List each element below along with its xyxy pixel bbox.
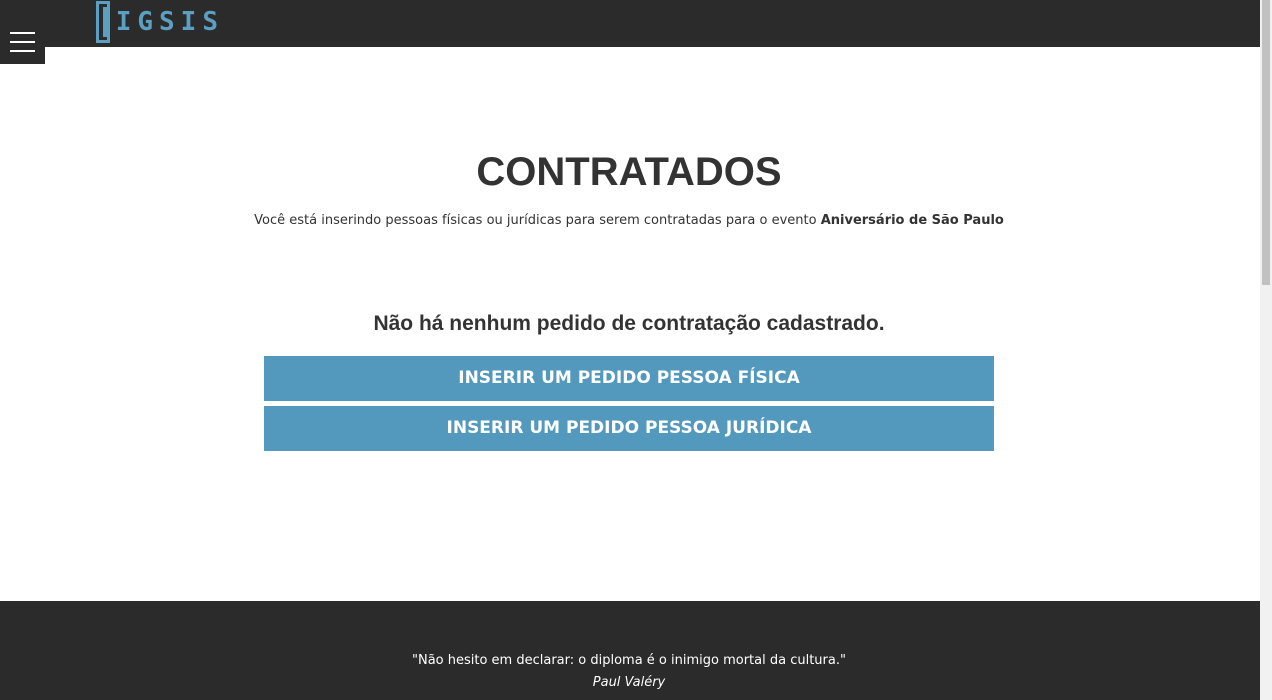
igsis-logo[interactable]: IGSIS — [96, 1, 224, 43]
page-subtitle: Você está inserindo pessoas físicas ou j… — [0, 213, 1258, 228]
scrollbar-thumb[interactable] — [1262, 0, 1270, 285]
logo-text: IGSIS — [115, 7, 224, 37]
footer: "Não hesito em declarar: o diploma é o i… — [0, 601, 1260, 700]
empty-state-message: Não há nenhum pedido de contratação cada… — [373, 312, 885, 335]
page-scrollbar[interactable] — [1260, 0, 1272, 700]
page-title: CONTRATADOS — [476, 150, 782, 194]
event-name: Aniversário de São Paulo — [820, 213, 1004, 228]
main-content: CONTRATADOS Você está inserindo pessoas … — [0, 47, 1260, 601]
insert-pessoa-juridica-button[interactable]: INSERIR UM PEDIDO PESSOA JURÍDICA — [264, 406, 994, 451]
hamburger-icon-line — [10, 40, 35, 43]
hamburger-icon-line — [10, 31, 35, 34]
subtitle-text: Você está inserindo pessoas físicas ou j… — [254, 213, 821, 228]
hamburger-icon-line — [10, 49, 35, 52]
insert-pessoa-fisica-button[interactable]: INSERIR UM PEDIDO PESSOA FÍSICA — [264, 356, 994, 401]
hamburger-menu-button[interactable] — [0, 19, 45, 64]
footer-quote-author: Paul Valéry — [592, 675, 666, 690]
top-bar: IGSIS — [0, 0, 1260, 47]
logo-mark — [96, 1, 110, 43]
footer-quote: "Não hesito em declarar: o diploma é o i… — [412, 653, 846, 668]
